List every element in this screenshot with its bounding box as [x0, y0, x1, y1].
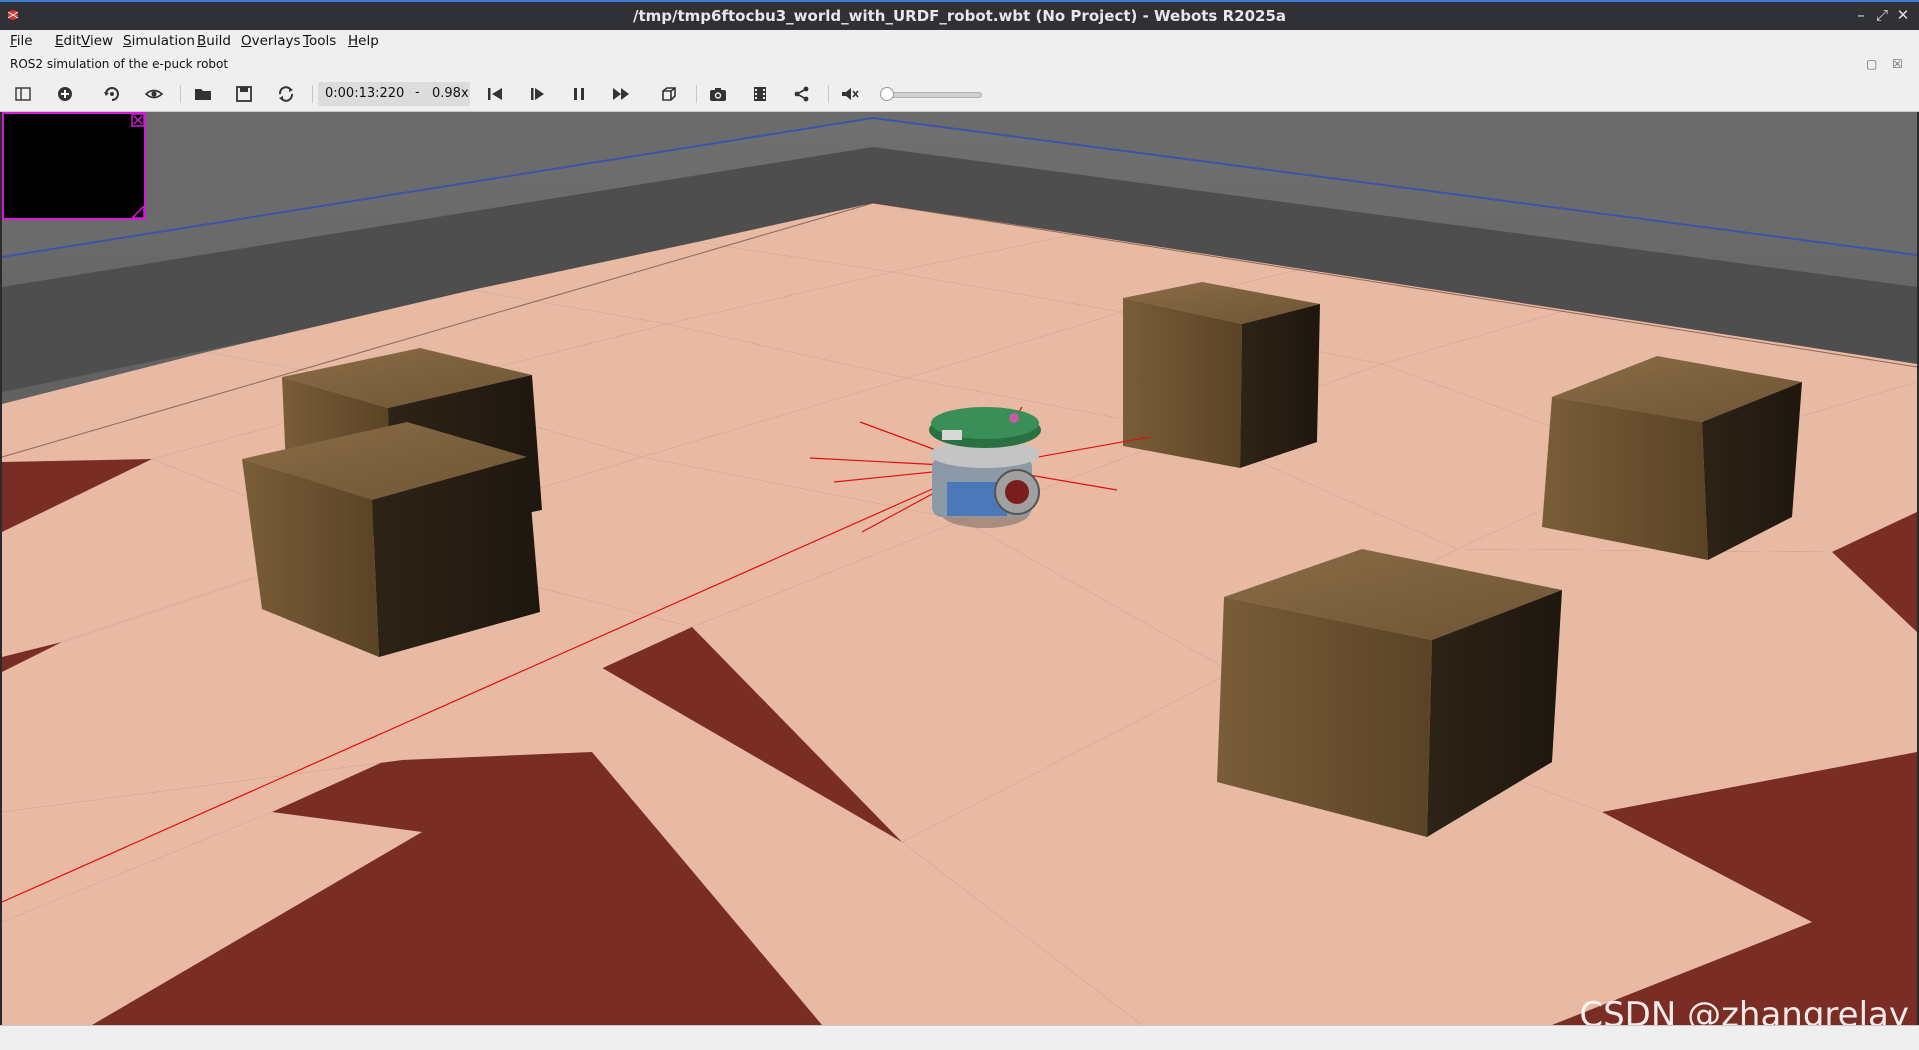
- menu-file[interactable]: File: [10, 33, 33, 49]
- camera-overlay-resize-icon[interactable]: [132, 206, 144, 218]
- simulation-speed: 0.98x: [432, 86, 469, 101]
- menu-overlays[interactable]: Overlays: [241, 33, 301, 49]
- window-title: /tmp/tmp6ftocbu3_world_with_URDF_robot.w…: [632, 7, 1287, 25]
- reload-world-icon[interactable]: [275, 83, 297, 105]
- e-puck-robot: [929, 407, 1041, 528]
- scene-render: [2, 112, 1917, 1025]
- open-world-icon[interactable]: [192, 83, 214, 105]
- volume-slider-track[interactable]: [880, 92, 982, 98]
- panel-close-icon[interactable]: ☒: [1892, 57, 1903, 71]
- toolbar-separator: [696, 85, 697, 103]
- window-title-bar: /tmp/tmp6ftocbu3_world_with_URDF_robot.w…: [0, 0, 1919, 30]
- pause-icon[interactable]: [568, 83, 590, 105]
- 3d-viewport[interactable]: CSDN @zhangrelay: [2, 112, 1917, 1025]
- record-movie-icon[interactable]: [749, 83, 771, 105]
- watermark-text: CSDN @zhangrelay: [1579, 995, 1909, 1025]
- toolbar-separator: [180, 85, 181, 103]
- simulation-toolbar: 0:00:13:220 - 0.98x: [0, 76, 1919, 112]
- add-node-icon[interactable]: [54, 83, 76, 105]
- undock-icon[interactable]: ▢: [1866, 57, 1877, 71]
- toolbar-separator: [828, 85, 829, 103]
- menu-bar: File Edit View Simulation Build Overlays…: [0, 30, 1919, 54]
- step-icon[interactable]: [526, 83, 548, 105]
- reload-controller-icon[interactable]: [101, 83, 123, 105]
- fast-forward-icon[interactable]: [610, 83, 632, 105]
- close-icon[interactable]: ✕: [1894, 6, 1912, 24]
- step-back-icon[interactable]: [484, 83, 506, 105]
- save-world-icon[interactable]: [233, 83, 255, 105]
- view-eye-icon[interactable]: [143, 83, 165, 105]
- wooden-box-1: [1123, 282, 1320, 468]
- menu-build[interactable]: Build: [197, 33, 231, 49]
- maximize-icon[interactable]: ⤢: [1873, 6, 1891, 24]
- camera-overlay[interactable]: [2, 112, 146, 220]
- world-info-bar: ROS2 simulation of the e-puck robot ▢ ☒: [0, 54, 1919, 76]
- menu-help[interactable]: Help: [348, 33, 379, 49]
- wooden-box-4: [1542, 356, 1802, 560]
- simulation-time-display: 0:00:13:220 - 0.98x: [318, 82, 470, 106]
- toolbar-separator: [312, 85, 313, 103]
- menu-view[interactable]: View: [81, 33, 113, 49]
- volume-slider-handle[interactable]: [880, 87, 894, 101]
- share-icon[interactable]: [791, 83, 813, 105]
- menu-edit[interactable]: Edit: [55, 33, 81, 49]
- view-cube-icon[interactable]: [658, 83, 680, 105]
- scene-tree-toggle-icon[interactable]: [12, 83, 34, 105]
- screenshot-icon[interactable]: [707, 83, 729, 105]
- time-separator: -: [415, 85, 420, 100]
- menu-tools[interactable]: Tools: [303, 33, 336, 49]
- status-bar: [0, 1025, 1919, 1050]
- world-description: ROS2 simulation of the e-puck robot: [10, 57, 229, 71]
- simulation-time: 0:00:13:220: [325, 86, 405, 101]
- minimize-icon[interactable]: –: [1852, 6, 1870, 24]
- camera-overlay-close-icon[interactable]: [131, 113, 145, 127]
- mute-icon[interactable]: [839, 83, 861, 105]
- menu-simulation[interactable]: Simulation: [123, 33, 195, 49]
